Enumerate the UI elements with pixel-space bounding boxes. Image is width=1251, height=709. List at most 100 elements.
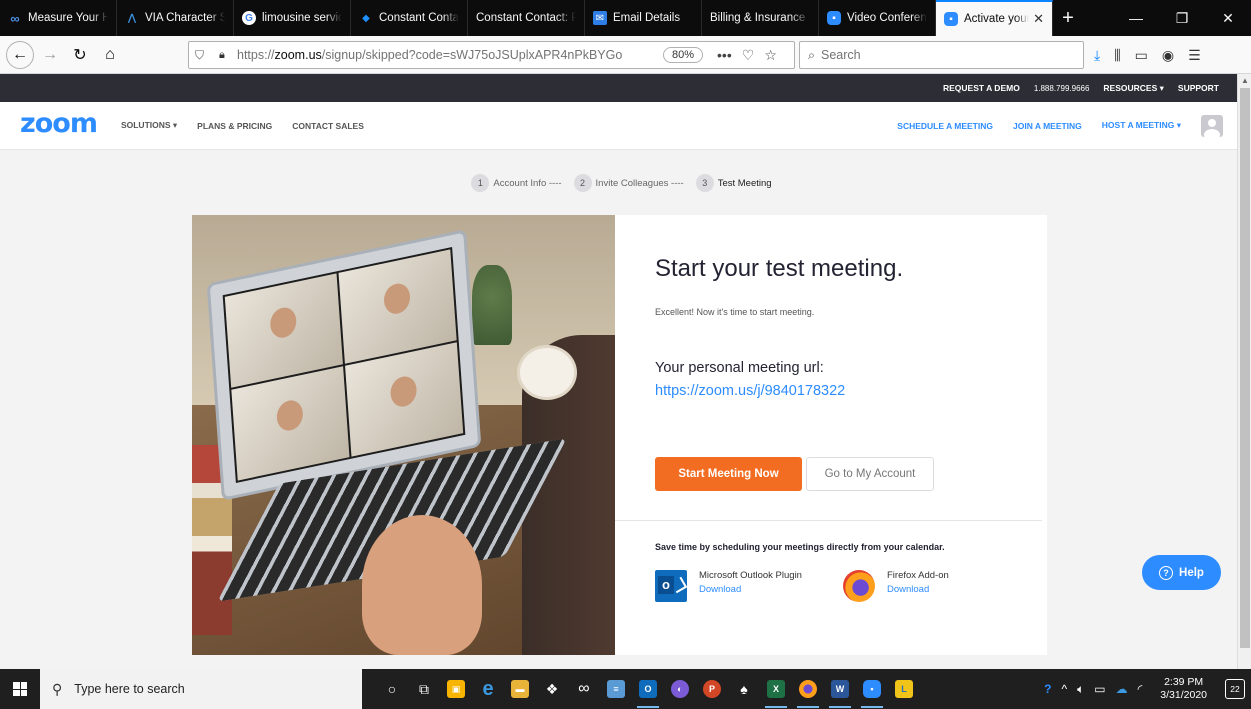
browser-tab[interactable]: ◆ Constant Conta: [351, 0, 468, 36]
plugin-name: Firefox Add-on: [887, 570, 949, 581]
search-input[interactable]: ⌕ Search: [799, 41, 1084, 69]
lock-icon[interactable]: 🔒︎: [219, 49, 231, 62]
folder-app-icon[interactable]: L: [888, 669, 920, 709]
firefox-icon: [843, 570, 875, 602]
close-window-icon[interactable]: ✕: [1205, 0, 1251, 36]
library-icon[interactable]: ⫼: [1114, 47, 1120, 64]
sidebar-icon[interactable]: ▭: [1135, 47, 1148, 64]
url-text[interactable]: https://zoom.us/signup/skipped?code=sWJ7…: [237, 48, 637, 62]
nav-solutions[interactable]: SOLUTIONS ▾: [121, 120, 177, 131]
wifi-icon[interactable]: ◜: [1138, 682, 1143, 696]
nav-host-meeting[interactable]: HOST A MEETING ▾: [1102, 120, 1181, 131]
help-tray-icon[interactable]: ?: [1044, 682, 1051, 696]
scroll-up-icon[interactable]: ▲: [1238, 74, 1251, 88]
bookmark-star-icon[interactable]: ☆: [764, 47, 777, 64]
infinity-icon: ∞: [10, 10, 20, 26]
home-button[interactable]: ⌂: [96, 41, 124, 69]
phone-number[interactable]: 1.888.799.9666: [1034, 84, 1090, 93]
clock[interactable]: 2:39 PM 3/31/2020: [1160, 676, 1207, 702]
notification-icon[interactable]: 22: [1225, 679, 1245, 699]
volume-icon[interactable]: 🔈︎: [1077, 682, 1084, 697]
browser-tab-active[interactable]: ▪ Activate your ✕: [936, 0, 1053, 36]
nav-contact-sales[interactable]: CONTACT SALES: [292, 121, 364, 131]
system-tray: ? ^ 🔈︎ ▭ ☁ ◜ 2:39 PM 3/31/2020 22: [1044, 676, 1251, 702]
task-view-icon[interactable]: ⧉: [408, 669, 440, 709]
notes-icon[interactable]: ≡: [600, 669, 632, 709]
start-button[interactable]: [0, 669, 40, 709]
browser-tab[interactable]: ✉ Email Details: [585, 0, 702, 36]
start-meeting-button[interactable]: Start Meeting Now: [655, 457, 802, 491]
zoom-app-icon[interactable]: ▪: [856, 669, 888, 709]
windows-icon: [13, 682, 27, 696]
menu-icon[interactable]: ☰: [1188, 47, 1201, 64]
meeting-url-link[interactable]: https://zoom.us/j/9840178322: [655, 383, 845, 399]
via-icon: ⋀: [127, 12, 137, 24]
browser-navbar: ← → ↻ ⌂ ⛉ 🔒︎ https://zoom.us/signup/skip…: [0, 36, 1251, 74]
nav-plans-pricing[interactable]: PLANS & PRICING: [197, 121, 272, 131]
edge-icon[interactable]: e: [472, 669, 504, 709]
excel-icon[interactable]: X: [760, 669, 792, 709]
word-icon[interactable]: W: [824, 669, 856, 709]
nav-join-meeting[interactable]: JOIN A MEETING: [1013, 121, 1082, 131]
divider: [615, 520, 1042, 521]
browser-tab[interactable]: Constant Contact: P: [468, 0, 585, 36]
store-icon[interactable]: ▣: [440, 669, 472, 709]
step-invite-colleagues: 2 Invite Colleagues ----: [573, 174, 684, 192]
url-bar[interactable]: ⛉ 🔒︎ https://zoom.us/signup/skipped?code…: [188, 41, 795, 69]
zoom-logo[interactable]: zoom: [20, 108, 98, 139]
browser-tab[interactable]: ⋀ VIA Character St: [117, 0, 234, 36]
chevron-up-icon[interactable]: ^: [1061, 682, 1067, 696]
test-meeting-card: Start your test meeting. Excellent! Now …: [192, 215, 1047, 655]
file-explorer-icon[interactable]: ▬: [504, 669, 536, 709]
chat-icon[interactable]: ◐: [664, 669, 696, 709]
windows-taskbar: ⚲ Type here to search ○ ⧉ ▣ e ▬ ❖ ∞ ≡ O …: [0, 669, 1251, 709]
reload-button[interactable]: ↻: [66, 41, 94, 69]
pocket-icon[interactable]: ♡: [742, 47, 755, 64]
go-to-account-button[interactable]: Go to My Account: [806, 457, 934, 491]
outlook-plugin: Microsoft Outlook Plugin Download: [655, 570, 802, 602]
request-demo-link[interactable]: REQUEST A DEMO: [943, 83, 1020, 93]
solitaire-icon[interactable]: ♠: [728, 669, 760, 709]
avatar[interactable]: [1201, 114, 1223, 137]
forward-button[interactable]: →: [36, 41, 64, 69]
account-icon[interactable]: ◉: [1162, 47, 1174, 64]
search-icon: ⚲: [52, 680, 63, 697]
plugin-name: Microsoft Outlook Plugin: [699, 570, 802, 581]
constant-contact-icon: ◆: [362, 12, 370, 24]
minimize-icon[interactable]: —: [1113, 0, 1159, 36]
firefox-app-icon[interactable]: [792, 669, 824, 709]
new-tab-button[interactable]: +: [1053, 0, 1083, 36]
infinity-app-icon[interactable]: ∞: [568, 669, 600, 709]
powerpoint-icon[interactable]: P: [696, 669, 728, 709]
page-title: Start your test meeting.: [655, 255, 904, 282]
close-tab-icon[interactable]: ✕: [1033, 11, 1044, 27]
dropbox-icon[interactable]: ❖: [536, 669, 568, 709]
subtitle: Excellent! Now it's time to start meetin…: [655, 307, 815, 317]
outlook-download-link[interactable]: Download: [699, 584, 802, 595]
outlook-app-icon[interactable]: O: [632, 669, 664, 709]
nav-schedule-meeting[interactable]: SCHEDULE A MEETING: [897, 121, 993, 131]
page-actions-icon[interactable]: •••: [717, 47, 732, 64]
page-scrollbar[interactable]: ▲: [1237, 74, 1251, 669]
firefox-download-link[interactable]: Download: [887, 584, 949, 595]
restore-icon[interactable]: ❐: [1159, 0, 1205, 36]
support-link[interactable]: SUPPORT: [1178, 83, 1219, 93]
help-button[interactable]: ? Help: [1142, 555, 1221, 590]
onedrive-icon[interactable]: ☁: [1116, 682, 1128, 696]
zoom-level-badge[interactable]: 80%: [663, 47, 704, 63]
google-icon: G: [242, 11, 256, 25]
cortana-icon[interactable]: ○: [376, 669, 408, 709]
browser-tab[interactable]: ∞ Measure Your H: [0, 0, 117, 36]
battery-icon[interactable]: ▭: [1094, 682, 1105, 696]
browser-tab[interactable]: Billing & Insurance: [702, 0, 819, 36]
shield-icon[interactable]: ⛉: [195, 48, 209, 63]
browser-tab[interactable]: G limousine servic: [234, 0, 351, 36]
scrollbar-thumb[interactable]: [1240, 88, 1250, 648]
browser-tab-strip: ∞ Measure Your H ⋀ VIA Character St G li…: [0, 0, 1251, 36]
browser-tab[interactable]: ▪ Video Conferen: [819, 0, 936, 36]
taskbar-search-input[interactable]: ⚲ Type here to search: [40, 669, 362, 709]
download-icon[interactable]: ⤓: [1094, 47, 1100, 64]
resources-menu[interactable]: RESOURCES ▾: [1103, 83, 1163, 94]
meeting-url-label: Your personal meeting url:: [655, 360, 824, 376]
back-button[interactable]: ←: [6, 40, 34, 69]
